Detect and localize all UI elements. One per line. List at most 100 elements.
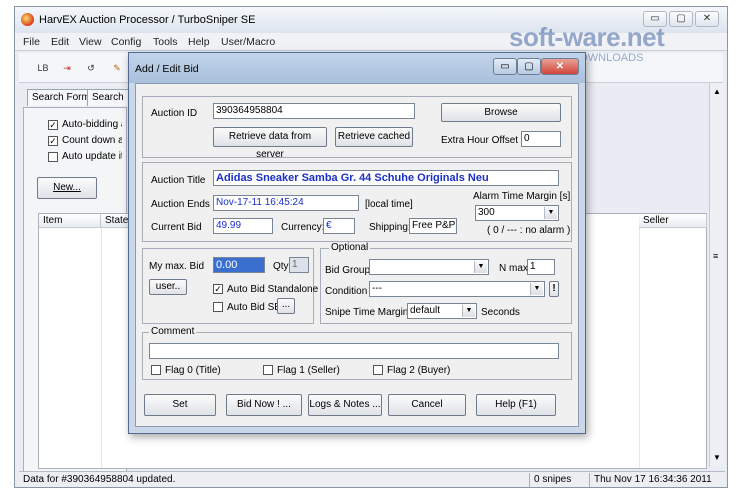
auto-se-checkbox[interactable]: [213, 302, 223, 312]
watermark-logo: soft-ware.net: [509, 22, 665, 52]
vertical-scrollbar[interactable]: ▲ ≡ ▼: [709, 83, 725, 467]
count-down-label: Count down all items: [62, 135, 122, 146]
optional-group: Optional Bid Group ▼ N max 1 Condition -…: [320, 242, 572, 324]
menu-edit[interactable]: Edit: [51, 36, 69, 48]
browse-button[interactable]: Browse: [441, 103, 561, 122]
chevron-down-icon[interactable]: ▼: [462, 305, 475, 317]
comment-group: Comment Flag 0 (Title) Flag 1 (Seller) F…: [142, 326, 572, 380]
bid-group-select[interactable]: ▼: [369, 259, 489, 275]
lb-icon[interactable]: LB: [33, 58, 53, 78]
my-bid-group: My max. Bid 0.00 Qty 1 user.. ✓ Auto Bid…: [142, 248, 318, 324]
retrieve-cached-button[interactable]: Retrieve cached: [335, 127, 413, 147]
column-header-seller[interactable]: Seller: [639, 214, 707, 228]
snipe-margin-label: Snipe Time Margin: [325, 307, 409, 318]
auto-bidding-label: Auto-bidding active: [62, 119, 122, 130]
app-title: HarvEX Auction Processor / TurboSniper S…: [39, 14, 256, 26]
alarm-margin-select[interactable]: 300 ▼: [475, 205, 559, 221]
logs-notes-button[interactable]: Logs & Notes ...: [308, 394, 382, 416]
seconds-label: Seconds: [481, 307, 520, 318]
auto-bidding-checkbox[interactable]: ✓: [48, 120, 58, 130]
close-button[interactable]: ✕: [695, 11, 719, 27]
snipe-margin-select[interactable]: default ▼: [407, 303, 477, 319]
new-button[interactable]: New...: [37, 177, 97, 199]
scroll-up-icon[interactable]: ▲: [713, 87, 721, 96]
menu-help[interactable]: Help: [188, 36, 210, 48]
dialog-maximize-button[interactable]: ▢: [517, 58, 541, 75]
grid-divider: [101, 228, 102, 468]
auction-title-input[interactable]: Adidas Sneaker Samba Gr. 44 Schuhe Origi…: [213, 170, 559, 186]
current-bid-input[interactable]: 49.99: [213, 218, 273, 234]
max-bid-input[interactable]: 0.00: [213, 257, 265, 273]
flag0-checkbox[interactable]: [151, 365, 161, 375]
menu-tools[interactable]: Tools: [153, 36, 178, 48]
comment-label: Comment: [149, 326, 197, 337]
auction-id-label: Auction ID: [151, 108, 198, 119]
qty-label: Qty: [273, 261, 289, 272]
condition-alert-button[interactable]: !: [549, 281, 559, 297]
dialog-body: Auction ID 390364958804 Browse Retrieve …: [135, 83, 579, 427]
refresh-icon[interactable]: ↺: [81, 58, 101, 78]
cancel-button[interactable]: Cancel: [388, 394, 466, 416]
alarm-margin-value: 300: [478, 207, 495, 218]
import-icon[interactable]: ⇥: [57, 58, 77, 78]
local-time-label: [local time]: [365, 199, 413, 210]
column-header-state[interactable]: State: [101, 214, 129, 228]
flag2-checkbox[interactable]: [373, 365, 383, 375]
status-bar: Data for #390364958804 updated. 0 snipes…: [19, 471, 725, 487]
extra-hour-label: Extra Hour Offset: [441, 135, 519, 146]
dialog-title: Add / Edit Bid: [135, 63, 199, 75]
extra-hour-input[interactable]: 0: [521, 131, 561, 147]
menu-user-macro[interactable]: User/Macro: [221, 36, 275, 48]
maximize-button[interactable]: ▢: [669, 11, 693, 27]
auto-standalone-checkbox[interactable]: ✓: [213, 284, 223, 294]
condition-label: Condition: [325, 286, 368, 297]
add-edit-bid-dialog: Add / Edit Bid ▭ ▢ ✕ Auction ID 39036495…: [128, 52, 586, 434]
alarm-margin-label: Alarm Time Margin [s]: [473, 191, 571, 202]
auction-ends-input[interactable]: Nov-17-11 16:45:24: [213, 195, 359, 211]
flag1-checkbox[interactable]: [263, 365, 273, 375]
flag0-label: Flag 0 (Title): [165, 365, 221, 376]
condition-select[interactable]: --- ▼: [369, 281, 545, 297]
scroll-grip-icon[interactable]: ≡: [713, 251, 718, 261]
flag2-label: Flag 2 (Buyer): [387, 365, 451, 376]
snipe-margin-value: default: [410, 305, 441, 316]
condition-value: ---: [372, 283, 382, 294]
current-bid-label: Current Bid: [151, 222, 202, 233]
scroll-down-icon[interactable]: ▼: [713, 453, 721, 462]
auto-standalone-label: Auto Bid Standalone: [227, 284, 319, 295]
comment-input[interactable]: [149, 343, 559, 359]
user-button[interactable]: user..: [149, 279, 187, 295]
dialog-close-button[interactable]: ✕: [541, 58, 579, 75]
dialog-minimize-button[interactable]: ▭: [493, 58, 517, 75]
n-max-label: N max: [499, 263, 528, 274]
chevron-down-icon[interactable]: ▼: [544, 207, 557, 219]
alarm-hint: ( 0 / --- : no alarm ): [487, 225, 571, 236]
retrieve-server-button[interactable]: Retrieve data from server: [213, 127, 327, 160]
grid-divider: [639, 228, 640, 468]
auction-id-input[interactable]: 390364958804: [213, 103, 415, 119]
auction-details-group: Auction Title Adidas Sneaker Samba Gr. 4…: [142, 162, 572, 242]
tab-search[interactable]: Search: [87, 89, 129, 106]
auto-update-label: Auto update items: [62, 151, 122, 162]
tab-search-form[interactable]: Search Form: [27, 89, 95, 106]
help-button[interactable]: Help (F1): [476, 394, 556, 416]
currency-input[interactable]: €: [323, 218, 355, 234]
n-max-input[interactable]: 1: [527, 259, 555, 275]
bid-now-button[interactable]: Bid Now ! ...: [226, 394, 302, 416]
column-header-item[interactable]: Item: [39, 214, 101, 228]
qty-input[interactable]: 1: [289, 257, 309, 273]
flag1-label: Flag 1 (Seller): [277, 365, 340, 376]
chevron-down-icon[interactable]: ▼: [474, 261, 487, 273]
auction-title-label: Auction Title: [151, 175, 206, 186]
auto-update-checkbox[interactable]: [48, 152, 58, 162]
menu-config[interactable]: Config: [111, 36, 141, 48]
edit-icon[interactable]: ✎: [107, 58, 127, 78]
set-button[interactable]: Set: [144, 394, 216, 416]
auto-se-options-button[interactable]: ...: [277, 298, 295, 314]
dialog-title-bar[interactable]: Add / Edit Bid ▭ ▢ ✕: [129, 53, 585, 83]
count-down-checkbox[interactable]: ✓: [48, 136, 58, 146]
shipping-input[interactable]: Free P&P: [409, 218, 457, 234]
chevron-down-icon[interactable]: ▼: [530, 283, 543, 295]
menu-view[interactable]: View: [79, 36, 102, 48]
menu-file[interactable]: File: [23, 36, 40, 48]
